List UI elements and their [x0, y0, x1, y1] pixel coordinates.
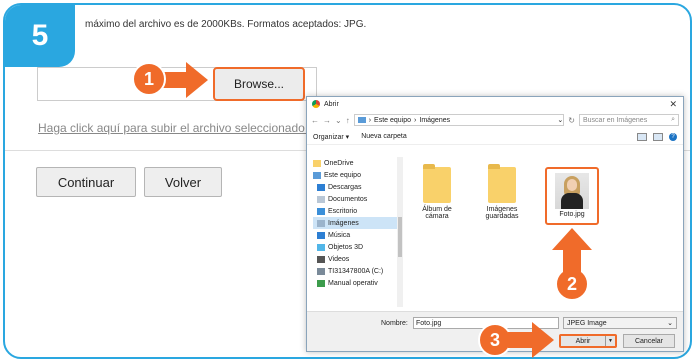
tree-item-documentos[interactable]: Documentos — [313, 193, 399, 205]
video-icon — [317, 255, 325, 263]
file-label: Foto.jpg — [559, 211, 585, 218]
tree-item-disco-c[interactable]: TI31347800A (C:) — [313, 265, 399, 277]
document-icon — [317, 195, 325, 203]
folder-icon — [488, 164, 516, 203]
callout-badge-3: 3 — [478, 323, 512, 357]
open-dropdown-icon[interactable]: ▼ — [605, 336, 615, 346]
continue-button[interactable]: Continuar — [36, 167, 136, 197]
file-name-label: Nombre: — [381, 320, 408, 327]
scrollbar-thumb[interactable] — [398, 217, 402, 257]
tree-item-escritorio[interactable]: Escritorio — [313, 205, 399, 217]
tree-item-videos[interactable]: Videos — [313, 253, 399, 265]
up-arrow-icon[interactable]: ↑ — [346, 116, 350, 125]
open-file-dialog: Abrir ✕ ← → ⌄ ↑ › Este equipo › Imágenes… — [306, 96, 684, 352]
step-number-badge: 5 — [5, 5, 75, 67]
dialog-title: Abrir — [324, 100, 339, 108]
folder-item[interactable]: Álbum de cámara — [412, 164, 462, 220]
pictures-icon — [317, 219, 325, 227]
folder-icon — [313, 159, 321, 167]
tree-item-imagenes[interactable]: Imágenes — [313, 217, 399, 229]
cancel-button[interactable]: Cancelar — [623, 334, 675, 348]
folder-label: Imágenes guardadas — [485, 206, 519, 220]
browse-button[interactable]: Browse... — [213, 67, 305, 101]
tree-item-objetos-3d[interactable]: Objetos 3D — [313, 241, 399, 253]
tree-item-onedrive[interactable]: OneDrive — [313, 157, 399, 169]
arrow-right-icon — [508, 322, 554, 358]
upload-file-link[interactable]: Haga click aquí para subir el archivo se… — [38, 121, 308, 135]
network-drive-icon — [317, 279, 325, 287]
folder-item[interactable]: Imágenes guardadas — [477, 164, 527, 220]
open-button[interactable]: Abrir ▼ — [559, 334, 617, 348]
desktop-icon — [317, 207, 325, 215]
tree-scrollbar[interactable] — [397, 157, 403, 307]
file-item-selected[interactable]: Foto.jpg — [545, 167, 599, 225]
file-size-note: máximo del archivo es de 2000KBs. Format… — [85, 19, 367, 30]
tree-item-musica[interactable]: Música — [313, 229, 399, 241]
arrow-up-icon — [552, 228, 592, 274]
search-input[interactable]: Buscar en Imágenes ⌕ — [579, 114, 679, 126]
file-type-select[interactable]: JPEG Image ⌄ — [563, 317, 677, 329]
breadcrumb-separator: › — [368, 116, 372, 124]
address-dropdown-icon[interactable]: ⌄ — [557, 116, 563, 124]
view-options-icon[interactable] — [637, 132, 647, 141]
close-icon[interactable]: ✕ — [669, 99, 677, 110]
cube-icon — [317, 243, 325, 251]
forward-arrow-icon[interactable]: → — [323, 116, 331, 125]
download-icon — [317, 183, 325, 191]
arrow-right-icon — [160, 62, 208, 98]
recent-locations-icon[interactable]: ⌄ — [335, 116, 342, 125]
folder-icon — [423, 164, 451, 203]
back-button[interactable]: Volver — [144, 167, 222, 197]
new-folder-button[interactable]: Nueva carpeta — [361, 133, 407, 140]
callout-badge-1: 1 — [132, 62, 166, 96]
preview-pane-icon[interactable] — [653, 132, 663, 141]
help-icon[interactable]: ? — [669, 132, 677, 141]
refresh-icon[interactable]: ↻ — [568, 116, 575, 125]
tree-item-este-equipo[interactable]: Este equipo — [313, 169, 399, 181]
breadcrumb-item[interactable]: Este equipo — [374, 117, 411, 124]
breadcrumb-item[interactable]: Imágenes — [419, 117, 450, 124]
music-icon — [317, 231, 325, 239]
photo-thumbnail — [555, 173, 589, 209]
back-arrow-icon[interactable]: ← — [311, 116, 319, 125]
navigation-tree: OneDrive Este equipo Descargas Documento… — [313, 157, 399, 307]
tree-item-descargas[interactable]: Descargas — [313, 181, 399, 193]
chevron-down-icon: ⌄ — [667, 320, 673, 327]
computer-icon — [313, 171, 321, 179]
drive-icon — [317, 267, 325, 275]
breadcrumb-separator: › — [414, 116, 417, 124]
folder-label: Álbum de cámara — [422, 206, 452, 220]
address-bar[interactable]: › Este equipo › Imágenes ⌄ — [353, 114, 565, 126]
search-icon: ⌕ — [671, 116, 675, 123]
tree-item-manual-operativo[interactable]: Manual operativ — [313, 277, 399, 289]
computer-small-icon — [357, 117, 366, 123]
chrome-icon — [312, 100, 320, 108]
organize-menu[interactable]: Organizar ▾ — [313, 133, 349, 141]
